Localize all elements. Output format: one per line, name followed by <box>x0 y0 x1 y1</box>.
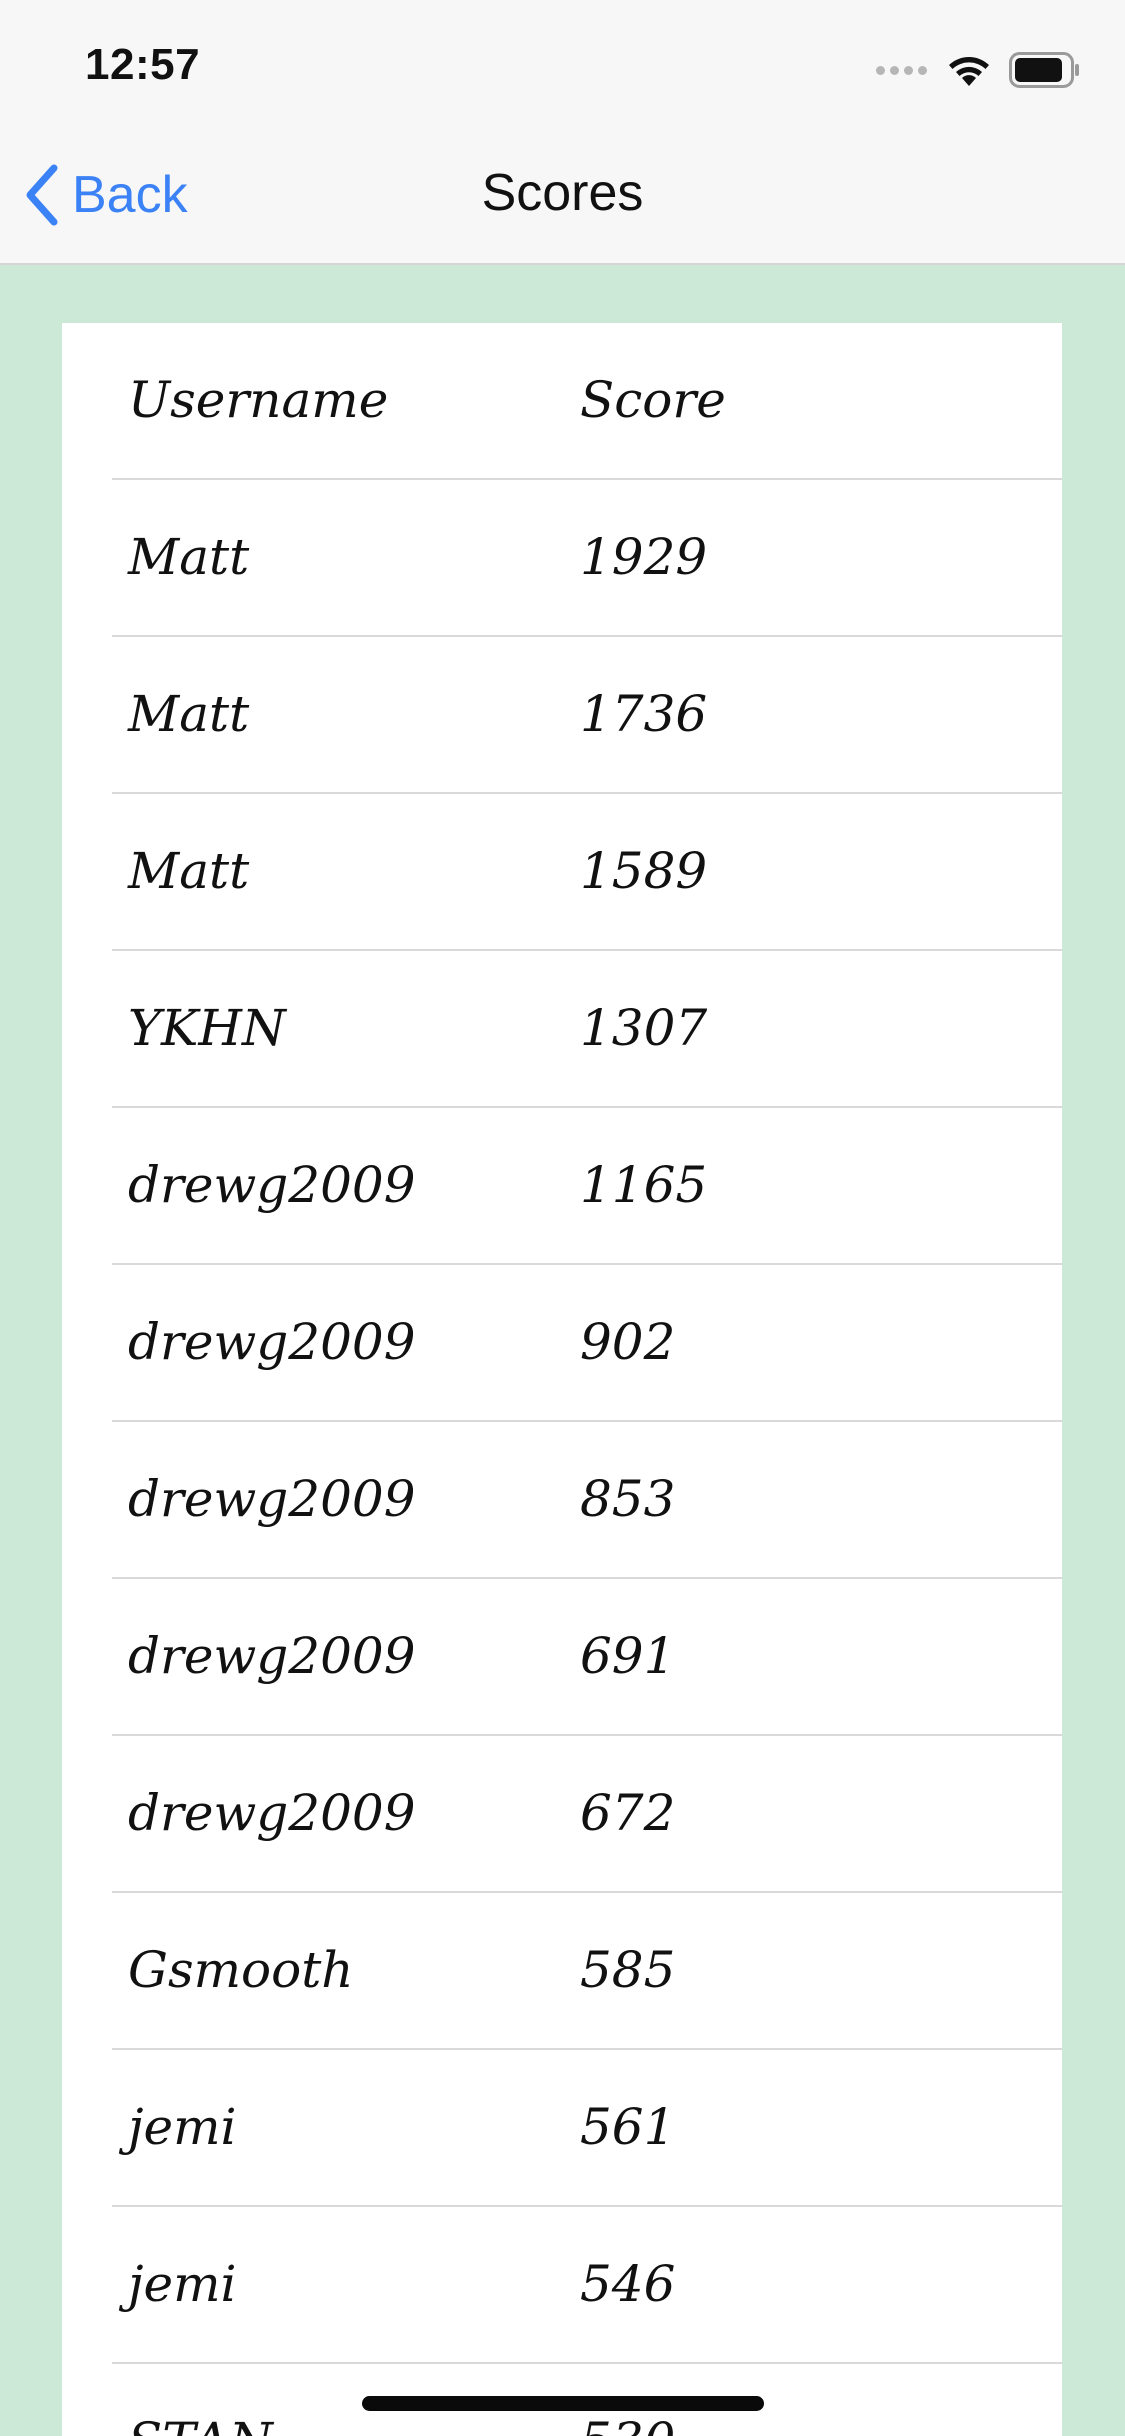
score-cell: 853 <box>580 1470 676 1528</box>
username-cell: jemi <box>128 2255 237 2313</box>
score-cell: 672 <box>580 1784 676 1842</box>
score-cell: 1589 <box>580 842 708 900</box>
navigation-bar: 12:57 Back Scores <box>0 0 1125 265</box>
column-header-score: Score <box>580 371 726 429</box>
username-cell: drewg2009 <box>128 1313 416 1371</box>
battery-icon <box>1009 52 1079 88</box>
table-row[interactable]: drewg2009 902 <box>112 1265 1062 1422</box>
score-cell: 561 <box>580 2098 676 2156</box>
score-cell: 1929 <box>580 528 708 586</box>
score-cell: 1307 <box>580 999 708 1057</box>
username-cell: drewg2009 <box>128 1627 416 1685</box>
home-indicator[interactable] <box>362 2396 764 2411</box>
wifi-icon <box>949 57 989 86</box>
username-cell: YKHN <box>128 999 286 1057</box>
username-cell: Matt <box>128 842 250 900</box>
username-cell: jemi <box>128 2098 237 2156</box>
column-header-username: Username <box>128 371 389 429</box>
table-row[interactable]: Gsmooth 585 <box>112 1893 1062 2050</box>
username-cell: drewg2009 <box>128 1470 416 1528</box>
table-row[interactable]: Matt 1736 <box>112 637 1062 794</box>
score-cell: 1736 <box>580 685 708 743</box>
table-row[interactable]: Matt 1929 <box>112 480 1062 637</box>
page-title: Scores <box>481 164 644 222</box>
table-row[interactable]: jemi 561 <box>112 2050 1062 2207</box>
table-header-row: Username Score <box>112 323 1062 480</box>
score-cell: 585 <box>580 1941 676 1999</box>
status-time: 12:57 <box>85 40 201 89</box>
score-cell: 546 <box>580 2255 676 2313</box>
table-row[interactable]: drewg2009 1165 <box>112 1108 1062 1265</box>
username-cell: drewg2009 <box>128 1784 416 1842</box>
table-row[interactable]: YKHN 1307 <box>112 951 1062 1108</box>
table-row[interactable]: Matt 1589 <box>112 794 1062 951</box>
username-cell: drewg2009 <box>128 1156 416 1214</box>
status-icons <box>876 50 1081 90</box>
scores-table: Username Score Matt 1929 Matt 1736 Matt … <box>62 323 1062 2436</box>
username-cell: STAN <box>128 2364 273 2436</box>
score-cell: 902 <box>580 1313 676 1371</box>
table-row[interactable]: drewg2009 672 <box>112 1736 1062 1893</box>
table-row[interactable]: jemi 546 <box>112 2207 1062 2364</box>
cellular-signal-icon <box>876 65 927 75</box>
username-cell: Matt <box>128 528 250 586</box>
username-cell: Matt <box>128 685 250 743</box>
username-cell: Gsmooth <box>128 1941 354 1999</box>
score-cell: 691 <box>580 1627 676 1685</box>
table-row[interactable]: drewg2009 691 <box>112 1579 1062 1736</box>
score-cell: 1165 <box>580 1156 708 1214</box>
table-row[interactable]: drewg2009 853 <box>112 1422 1062 1579</box>
